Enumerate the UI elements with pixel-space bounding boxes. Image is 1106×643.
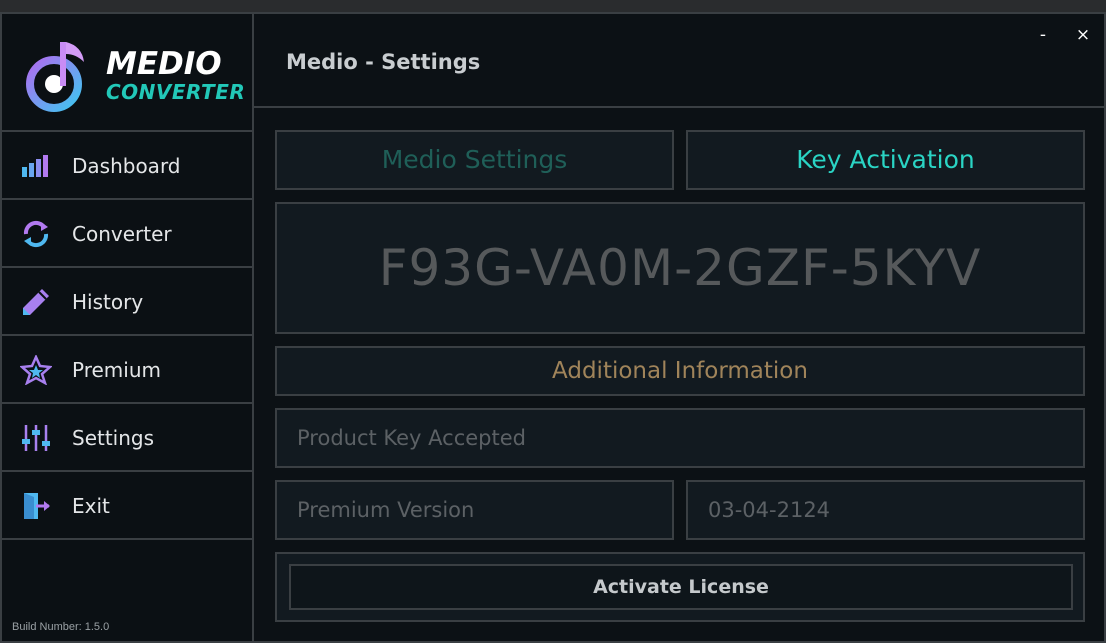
sidebar-item-label: Dashboard <box>72 154 181 178</box>
sidebar-item-premium[interactable]: Premium <box>2 336 252 404</box>
sidebar-item-label: Premium <box>72 358 161 382</box>
product-key-display: F93G-VA0M-2GZF-5KYV <box>275 202 1085 334</box>
logo-title: MEDIO <box>106 46 222 82</box>
app-window: MEDIO CONVERTER Dashboard Converter Hist… <box>0 12 1106 643</box>
sidebar-item-history[interactable]: History <box>2 268 252 336</box>
sidebar-item-label: History <box>72 290 144 314</box>
key-status-field: Product Key Accepted <box>275 408 1085 468</box>
logo-subtitle: CONVERTER <box>106 80 246 104</box>
logo: MEDIO CONVERTER <box>2 14 252 132</box>
title-bar: Medio - Settings - × <box>254 14 1104 108</box>
close-button[interactable]: × <box>1072 24 1094 46</box>
activate-section: Activate License <box>275 552 1085 622</box>
sidebar: MEDIO CONVERTER Dashboard Converter Hist… <box>2 14 254 641</box>
sidebar-item-label: Exit <box>72 494 110 518</box>
product-key-value: F93G-VA0M-2GZF-5KYV <box>378 239 982 297</box>
activate-license-button[interactable]: Activate License <box>289 564 1073 610</box>
expiry-date-field: 03-04-2124 <box>686 480 1085 540</box>
tab-key-activation[interactable]: Key Activation <box>686 130 1085 190</box>
sidebar-item-settings[interactable]: Settings <box>2 404 252 472</box>
star-icon <box>20 355 52 385</box>
version-field: Premium Version <box>275 480 674 540</box>
additional-info-header: Additional Information <box>275 346 1085 396</box>
tab-medio-settings[interactable]: Medio Settings <box>275 130 674 190</box>
sidebar-item-dashboard[interactable]: Dashboard <box>2 132 252 200</box>
minimize-button[interactable]: - <box>1032 24 1054 46</box>
page-title: Medio - Settings <box>286 50 481 74</box>
sidebar-item-converter[interactable]: Converter <box>2 200 252 268</box>
build-number: Build Number: 1.5.0 <box>12 621 110 633</box>
exit-door-icon <box>24 493 50 519</box>
pencil-icon <box>23 289 49 315</box>
sidebar-item-label: Converter <box>72 222 172 246</box>
bar-chart-icon <box>22 155 48 177</box>
convert-arrows-icon <box>23 220 49 248</box>
sidebar-item-label: Settings <box>72 426 155 450</box>
sliders-icon <box>22 425 50 451</box>
sidebar-item-exit[interactable]: Exit <box>2 472 252 540</box>
music-note-logo-icon <box>26 42 84 112</box>
